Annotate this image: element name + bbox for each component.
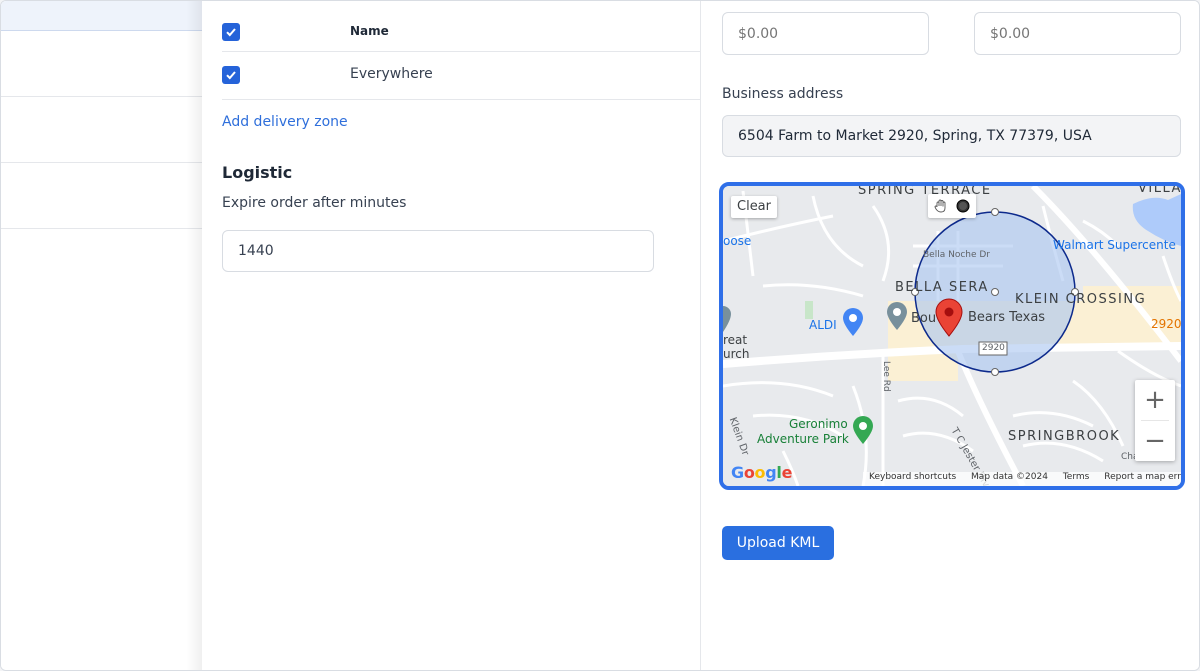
map-label-place[interactable]: reat bbox=[723, 333, 747, 347]
zoom-control: + − bbox=[1135, 380, 1175, 461]
zone-row[interactable]: Everywhere bbox=[222, 52, 701, 100]
map-label-store[interactable]: ALDI bbox=[809, 318, 837, 332]
map-label-route: 2920 bbox=[982, 343, 1005, 353]
sidebar-active-item[interactable] bbox=[1, 1, 202, 31]
map-label-place[interactable]: oose bbox=[723, 234, 751, 248]
map-data-credit: Map data ©2024 bbox=[971, 472, 1048, 482]
zones-table-header: Name bbox=[222, 1, 701, 52]
report-map-error-link[interactable]: Report a map error bbox=[1104, 472, 1181, 482]
delivery-zone-map[interactable]: SPRING TERRACE VILLA BELLA SERA KLEIN CR… bbox=[719, 182, 1185, 490]
zone-name: Everywhere bbox=[350, 66, 433, 82]
add-delivery-zone-link[interactable]: Add delivery zone bbox=[222, 114, 348, 130]
sidebar-item[interactable] bbox=[1, 97, 202, 163]
zone-row-checkbox[interactable] bbox=[222, 66, 240, 84]
draw-circle-icon[interactable] bbox=[955, 198, 971, 214]
business-address-input[interactable] bbox=[722, 115, 1181, 157]
expire-minutes-input[interactable] bbox=[222, 230, 654, 272]
map-label-park[interactable]: Geronimo bbox=[789, 417, 848, 431]
delivery-zones-panel: Name Everywhere Add delivery zone Logist… bbox=[202, 1, 701, 670]
map-label-area: BELLA SERA bbox=[895, 280, 989, 295]
map-label-place[interactable]: Bou bbox=[911, 311, 936, 326]
check-icon bbox=[226, 28, 236, 37]
column-header-name[interactable]: Name bbox=[350, 24, 389, 38]
expire-label: Expire order after minutes bbox=[222, 195, 407, 211]
terms-link[interactable]: Terms bbox=[1063, 472, 1090, 482]
app-window: Name Everywhere Add delivery zone Logist… bbox=[0, 0, 1200, 671]
delivery-fee-input[interactable] bbox=[974, 12, 1181, 55]
map-attribution-bar: Keyboard shortcuts Map data ©2024 Terms … bbox=[863, 472, 1181, 486]
map-label-route: 2920 bbox=[1151, 317, 1182, 331]
google-logo[interactable]: Google bbox=[731, 463, 792, 482]
map-label-area: SPRINGBROOK bbox=[1008, 429, 1121, 444]
sidebar-item[interactable] bbox=[1, 31, 202, 97]
drawing-toolbar bbox=[928, 194, 976, 218]
map-label-business[interactable]: Bears Texas bbox=[968, 310, 1045, 325]
map-label-park[interactable]: Adventure Park bbox=[757, 432, 849, 446]
business-settings-panel: Business address bbox=[702, 1, 1199, 670]
upload-kml-button[interactable]: Upload KML bbox=[722, 526, 834, 560]
logistic-heading: Logistic bbox=[222, 163, 293, 182]
map-label-store[interactable]: Walmart Supercente bbox=[1053, 238, 1176, 252]
hand-pan-icon[interactable] bbox=[933, 198, 949, 214]
clear-drawing-button[interactable]: Clear bbox=[731, 196, 777, 218]
map-label-area: VILLA bbox=[1138, 182, 1182, 196]
sidebar-item[interactable] bbox=[1, 163, 202, 229]
map-label-place[interactable]: urch bbox=[723, 347, 749, 361]
map-label-area: KLEIN CROSSING bbox=[1015, 292, 1147, 307]
zoom-out-button[interactable]: − bbox=[1135, 421, 1175, 461]
sidebar bbox=[1, 1, 202, 670]
zoom-in-button[interactable]: + bbox=[1135, 380, 1175, 420]
select-all-checkbox[interactable] bbox=[222, 23, 240, 41]
keyboard-shortcuts-link[interactable]: Keyboard shortcuts bbox=[869, 472, 956, 482]
check-icon bbox=[226, 71, 236, 80]
map-label-street: Bella Noche Dr bbox=[923, 250, 991, 260]
business-address-label: Business address bbox=[722, 86, 844, 102]
minimum-price-input[interactable] bbox=[722, 12, 929, 55]
map-label-street: Lee Rd bbox=[881, 361, 891, 392]
